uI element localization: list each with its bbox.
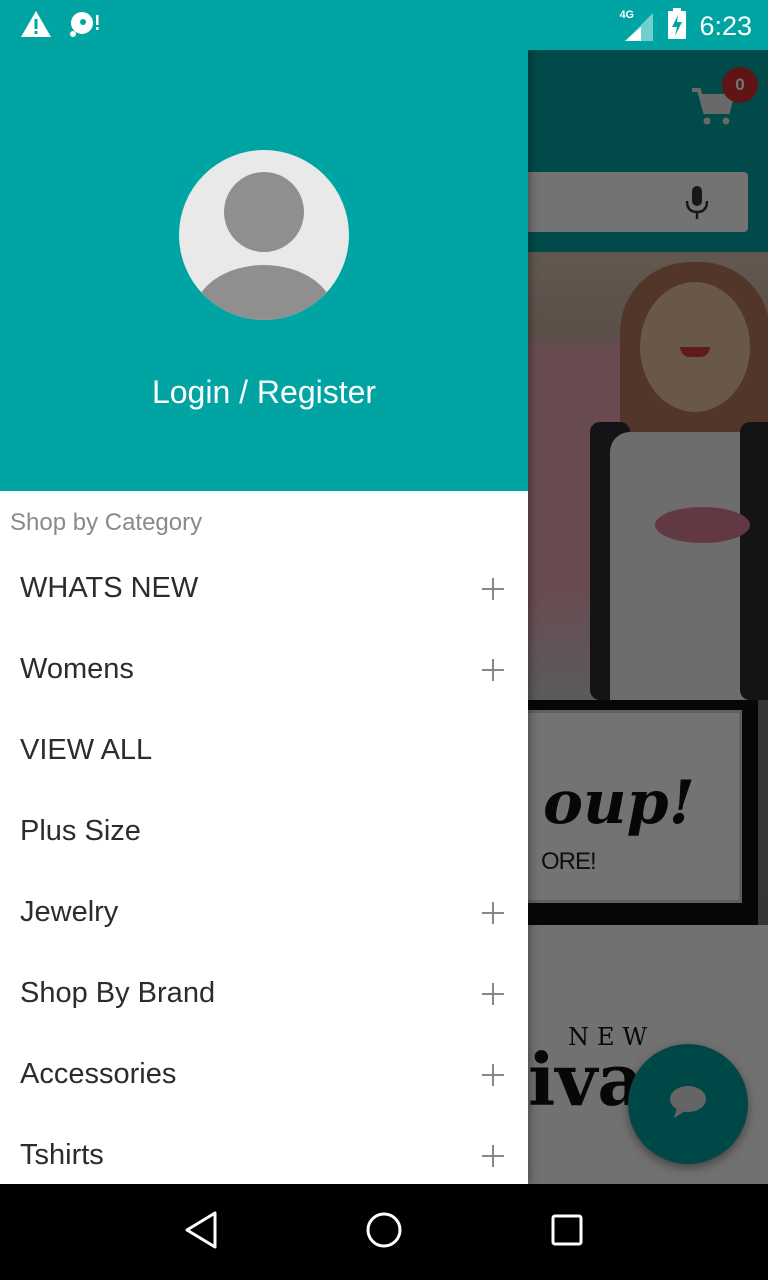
category-list: WHATS NEW Womens VIEW ALL Plus Size Jewe… <box>0 548 528 1184</box>
warning-icon <box>20 10 52 43</box>
recents-button[interactable] <box>527 1192 607 1272</box>
status-bar: 4G 6:23 <box>0 0 768 50</box>
cellular-signal-icon: 4G <box>619 9 655 43</box>
expand-plus-icon[interactable] <box>482 658 504 681</box>
login-register-link[interactable]: Login / Register <box>0 374 528 411</box>
drawer-header: Login / Register <box>0 50 528 491</box>
category-item-label: Tshirts <box>20 1139 104 1171</box>
section-label: Shop by Category <box>10 509 203 536</box>
category-item-jewelry[interactable]: Jewelry <box>0 872 528 953</box>
category-item-label: VIEW ALL <box>20 734 153 766</box>
category-item-label: Womens <box>20 653 134 685</box>
back-button[interactable] <box>161 1192 241 1272</box>
avatar-body <box>194 265 334 320</box>
category-item-label: Jewelry <box>20 896 119 928</box>
category-item-view-all[interactable]: VIEW ALL <box>0 710 528 791</box>
category-item-accessories[interactable]: Accessories <box>0 1034 528 1115</box>
expand-plus-icon[interactable] <box>482 1144 504 1167</box>
back-triangle-icon <box>183 1210 219 1255</box>
navigation-drawer: Login / Register Shop by Category WHATS … <box>0 50 528 1184</box>
system-nav-bar <box>0 1184 768 1280</box>
category-item-tshirts[interactable]: Tshirts <box>0 1115 528 1184</box>
avatar[interactable] <box>179 150 349 320</box>
recents-square-icon <box>550 1213 584 1252</box>
category-item-label: Plus Size <box>20 815 141 847</box>
expand-plus-icon[interactable] <box>482 901 504 924</box>
category-item-plus-size[interactable]: Plus Size <box>0 791 528 872</box>
battery-charging-icon <box>667 8 687 45</box>
expand-plus-icon[interactable] <box>482 982 504 1005</box>
home-button[interactable] <box>344 1192 424 1272</box>
home-circle-icon <box>365 1211 403 1254</box>
category-item-whats-new[interactable]: WHATS NEW <box>0 548 528 629</box>
category-item-label: Shop By Brand <box>20 977 216 1009</box>
category-item-label: Accessories <box>20 1058 177 1090</box>
category-item-womens[interactable]: Womens <box>0 629 528 710</box>
expand-plus-icon[interactable] <box>482 577 504 600</box>
disc-alert-icon <box>68 10 102 43</box>
clock: 6:23 <box>699 11 752 41</box>
avatar-head <box>224 172 304 252</box>
category-item-shop-by-brand[interactable]: Shop By Brand <box>0 953 528 1034</box>
expand-plus-icon[interactable] <box>482 1063 504 1086</box>
category-item-label: WHATS NEW <box>20 572 199 604</box>
